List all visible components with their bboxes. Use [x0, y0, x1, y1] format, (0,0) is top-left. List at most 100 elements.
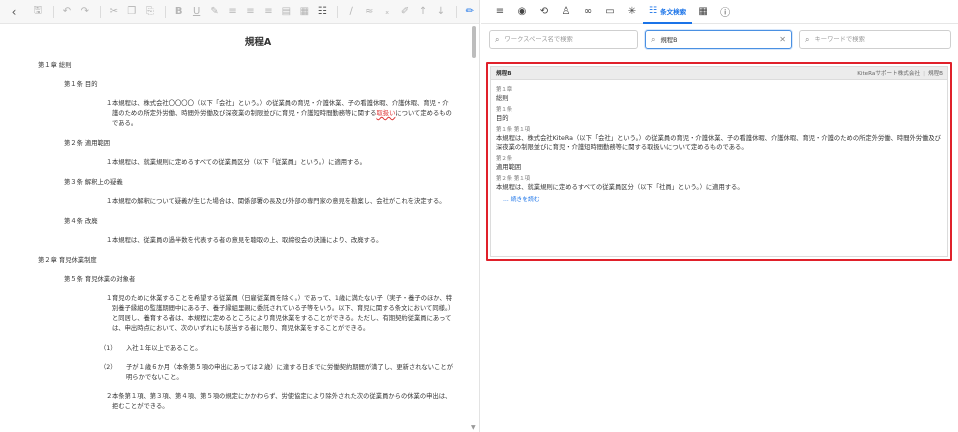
result-card-body: 第１章 総則 第１条 目的 第１条 第１項 本規程は、株式会社KiteRa（以下… [491, 80, 947, 208]
keyword-search-field[interactable]: ⌕ [799, 30, 951, 49]
paragraph: １ 本規程は、就業規則に定めるすべての従業員区分（以下「従業員」という。）に適用… [86, 158, 454, 168]
bold-icon[interactable]: B [171, 4, 187, 20]
block-value: 適用範囲 [496, 164, 522, 171]
back-icon[interactable]: ‹ [6, 4, 22, 20]
eye-icon[interactable]: ◉ [511, 0, 533, 24]
block-label: 第１条 [496, 107, 513, 113]
result-block: 第２条 第１項 本規程は、就業規則に定めるすべての従業員区分（以下「社員」という… [496, 175, 942, 192]
paragraph-text: 本条第１項、第３項、第４項、第５項の規定にかかわらず、労使協定により除外された次… [112, 393, 452, 410]
paste-icon[interactable]: ⎘ [142, 4, 158, 20]
toolbar-divider [337, 5, 339, 18]
result-block: 第２条 適用範囲 [496, 155, 942, 172]
paragraph: １ 本規程の解釈について疑義が生じた場合は、関係部署の長及び外部の専門家の意見を… [86, 197, 454, 207]
item-text: 入社１年以上であること。 [126, 345, 202, 352]
paragraph-number: １ [106, 237, 113, 244]
regulation-search-input[interactable] [660, 36, 776, 43]
block-label: 第２条 第１項 [496, 176, 531, 182]
search-icon: ⌕ [495, 34, 500, 44]
article-heading: 第３条 解釈上の疑義 [64, 179, 123, 186]
underline-icon[interactable]: U [189, 4, 205, 20]
paragraph-number: １ [106, 159, 113, 166]
toolbar-divider [455, 5, 457, 18]
subscript-icon[interactable]: ₓ [379, 4, 395, 20]
side-panel: ≡ ◉ ⟲ ♙ ∞ ▭ ✳ ☷ 条文検索 ▦ ⓘ ⌕ ⌕ ✕ ⌕ 規程B [481, 0, 958, 432]
editor-toolbar: ‹ 🖫 ↶ ↷ ✂ ❐ ⎘ B U ✎ ≡ ≡ ≡ ▤ ▦ ☷ ∕ ≈ ₓ ✐ … [0, 0, 479, 24]
arrow-up-icon[interactable]: ↑ [415, 4, 431, 20]
table-icon[interactable]: ▤ [278, 4, 294, 20]
chapter-heading: 第２章 育児休業制度 [38, 257, 97, 264]
sparkle-icon[interactable]: ✳ [621, 0, 643, 24]
format-icon[interactable]: ☷ [314, 4, 330, 20]
toolbar-divider [99, 5, 101, 18]
regulation-name: 規程B [927, 71, 943, 77]
result-card-header: 規程B KiteRaサポート株式会社 | 規程B [491, 67, 947, 80]
list-item: （1） 入社１年以上であること。 [100, 344, 454, 354]
people-icon[interactable]: ♙ [555, 0, 577, 24]
result-meta: KiteRaサポート株式会社 | 規程B [857, 69, 943, 77]
history-icon[interactable]: ⟲ [533, 0, 555, 24]
tab-article-search[interactable]: ☷ 条文検索 [643, 0, 693, 24]
vertical-scrollbar[interactable] [472, 26, 476, 58]
document-title: 規程A [244, 37, 272, 48]
paragraph: １ 本規程は、従業員の過半数を代表する者の意見を聴取の上、取締役会の決議により、… [86, 236, 454, 246]
paragraph: １ 育児のために休業することを希望する従業員（日雇従業員を除く。）であって、1歳… [86, 294, 454, 334]
article-search-icon: ☷ [649, 5, 658, 16]
meta-divider: | [923, 71, 925, 77]
paragraph-number: ２ [106, 393, 113, 400]
align-center-icon[interactable]: ≡ [242, 4, 258, 20]
info-icon[interactable]: ⓘ [714, 0, 736, 24]
pen-icon[interactable]: ✏ [462, 4, 478, 20]
link-icon[interactable]: ∕ [343, 4, 359, 20]
menu-icon[interactable]: ≡ [489, 0, 511, 24]
undo-icon[interactable]: ↶ [59, 4, 75, 20]
toolbar-divider [52, 5, 54, 18]
spellcheck-flag[interactable]: 取扱い [376, 110, 395, 117]
cut-icon[interactable]: ✂ [106, 4, 122, 20]
block-label: 第２条 [496, 156, 513, 162]
workspace-search-input[interactable] [504, 36, 632, 43]
result-block: 第１条 第１項 本規程は、株式会社KiteRa（以下「会社」という。）の従業員の… [496, 126, 942, 152]
paragraph-number: １ [106, 295, 113, 302]
copy-icon[interactable]: ❐ [124, 4, 140, 20]
document-body[interactable]: 規程A 第１章 総則 第１条 目的 １ 本規程は、株式会社〇〇〇〇（以下「会社」… [0, 25, 470, 432]
result-card[interactable]: 規程B KiteRaサポート株式会社 | 規程B 第１章 総則 第１条 目的 第１条… [490, 66, 948, 257]
highlighted-result: 規程B KiteRaサポート株式会社 | 規程B 第１章 総則 第１条 目的 第１条… [486, 62, 952, 261]
save-icon[interactable]: 🖫 [30, 4, 46, 20]
redo-icon[interactable]: ↷ [77, 4, 93, 20]
article-heading: 第１条 目的 [64, 81, 98, 88]
unlink-icon[interactable]: ≈ [361, 4, 377, 20]
arrow-down-icon[interactable]: ↓ [433, 4, 449, 20]
read-more-link[interactable]: … 続きを読む [496, 196, 942, 205]
editor-pane: ‹ 🖫 ↶ ↷ ✂ ❐ ⎘ B U ✎ ≡ ≡ ≡ ▤ ▦ ☷ ∕ ≈ ₓ ✐ … [0, 0, 480, 432]
article-heading: 第２条 適用範囲 [64, 140, 111, 147]
paragraph-text: 本規程の解釈について疑義が生じた場合は、関係部署の長及び外部の専門家の意見を勘案… [112, 198, 446, 205]
workspace-search-field[interactable]: ⌕ [489, 30, 638, 49]
scroll-down-icon[interactable]: ▼ [471, 424, 476, 431]
paragraph: ２ 本条第１項、第３項、第４項、第５項の規定にかかわらず、労使協定により除外され… [86, 392, 454, 412]
item-number: （1） [100, 345, 117, 352]
paragraph-text: 育児のために休業することを希望する従業員（日雇従業員を除く。）であって、1歳に満… [112, 295, 453, 332]
brush-icon[interactable]: ✐ [397, 4, 413, 20]
article-heading: 第４条 改廃 [64, 218, 98, 225]
clear-icon[interactable]: ✕ [779, 35, 786, 44]
keyword-search-input[interactable] [814, 36, 945, 43]
align-left-icon[interactable]: ≡ [225, 4, 241, 20]
comment-icon[interactable]: ▭ [599, 0, 621, 24]
paragraph-text: 本規程は、株式会社〇〇〇〇（以下「会社」という。）の従業員の育児・介護休業、子の… [106, 99, 454, 129]
paragraph-number: １ [106, 198, 113, 205]
paragraph-number: １ [106, 100, 113, 107]
paragraph-text: 本規程は、従業員の過半数を代表する者の意見を聴取の上、取締役会の決議により、改廃… [112, 237, 383, 244]
article-heading: 第５条 育児休業の対象者 [64, 276, 136, 283]
table-view-icon[interactable]: ▦ [692, 0, 714, 24]
table-edit-icon[interactable]: ▦ [296, 4, 312, 20]
block-value: 本規程は、株式会社KiteRa（以下「会社」という。）の従業員の育児・介護休業、… [496, 135, 941, 151]
block-label: 第１条 第１項 [496, 127, 531, 133]
result-block: 第１条 目的 [496, 106, 942, 123]
block-value: 総則 [496, 95, 509, 102]
block-label: 第１章 [496, 87, 513, 93]
highlight-icon[interactable]: ✎ [207, 4, 223, 20]
company-name: KiteRaサポート株式会社 [857, 71, 921, 77]
regulation-search-field[interactable]: ⌕ ✕ [645, 30, 792, 49]
link-icon[interactable]: ∞ [577, 0, 599, 24]
align-right-icon[interactable]: ≡ [260, 4, 276, 20]
